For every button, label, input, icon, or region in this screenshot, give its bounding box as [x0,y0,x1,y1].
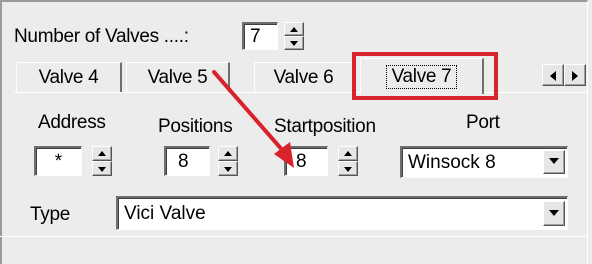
spin-up-button[interactable] [284,22,304,36]
spin-down-button[interactable] [284,36,304,50]
startposition-header: Startposition [274,116,376,137]
spin-down-button[interactable] [218,161,238,176]
chevron-down-icon [549,158,559,164]
tab-valve-5-label: Valve 5 [147,66,208,88]
arrow-down-icon [98,167,106,172]
type-select[interactable]: Vici Valve [116,196,568,230]
arrow-left-icon [550,71,556,81]
arrow-up-icon [98,151,106,156]
startposition-input[interactable]: 8 [284,146,328,176]
spin-down-button[interactable] [92,161,112,176]
arrow-right-icon [572,71,578,81]
positions-header: Positions [158,116,233,137]
highlight-box [352,52,498,100]
arrow-down-icon [224,167,232,172]
arrow-up-icon [224,151,232,156]
tab-valve-5[interactable]: Valve 5 [126,62,230,92]
positions-input[interactable]: 8 [164,146,210,176]
tab-valve-4-label: Valve 4 [38,66,99,88]
arrow-down-icon [290,41,298,46]
number-of-valves-spinner[interactable] [284,22,304,50]
address-input[interactable]: * [34,146,82,176]
spin-down-button[interactable] [338,161,358,176]
number-of-valves-label: Number of Valves ....: [14,26,189,47]
port-select[interactable]: Winsock 8 [400,146,568,178]
address-header: Address [38,112,106,133]
spin-up-button[interactable] [338,146,358,161]
tab-valve-6-label: Valve 6 [273,66,334,88]
tab-scroll-right-button[interactable] [564,64,586,86]
spin-up-button[interactable] [92,146,112,161]
number-of-valves-input[interactable]: 7 [242,22,278,50]
spin-up-button[interactable] [218,146,238,161]
positions-spinner[interactable] [218,146,238,176]
port-dropdown-button[interactable] [543,150,565,174]
arrow-up-icon [344,151,352,156]
valve-config-panel: Number of Valves ....: 7 Valve 4 Valve 5… [0,0,592,264]
startposition-spinner[interactable] [338,146,358,176]
type-select-value: Vici Valve [124,202,206,224]
port-header: Port [466,112,500,133]
type-dropdown-button[interactable] [543,201,565,226]
tab-valve-4[interactable]: Valve 4 [16,62,122,92]
arrow-up-icon [290,27,298,32]
tab-valve-6[interactable]: Valve 6 [254,62,354,92]
chevron-down-icon [549,209,559,216]
arrow-down-icon [344,167,352,172]
address-spinner[interactable] [92,146,112,176]
port-select-value: Winsock 8 [408,151,496,173]
tab-scroll-left-button[interactable] [542,64,564,86]
panel-divider [0,236,588,237]
type-label: Type [30,204,70,225]
